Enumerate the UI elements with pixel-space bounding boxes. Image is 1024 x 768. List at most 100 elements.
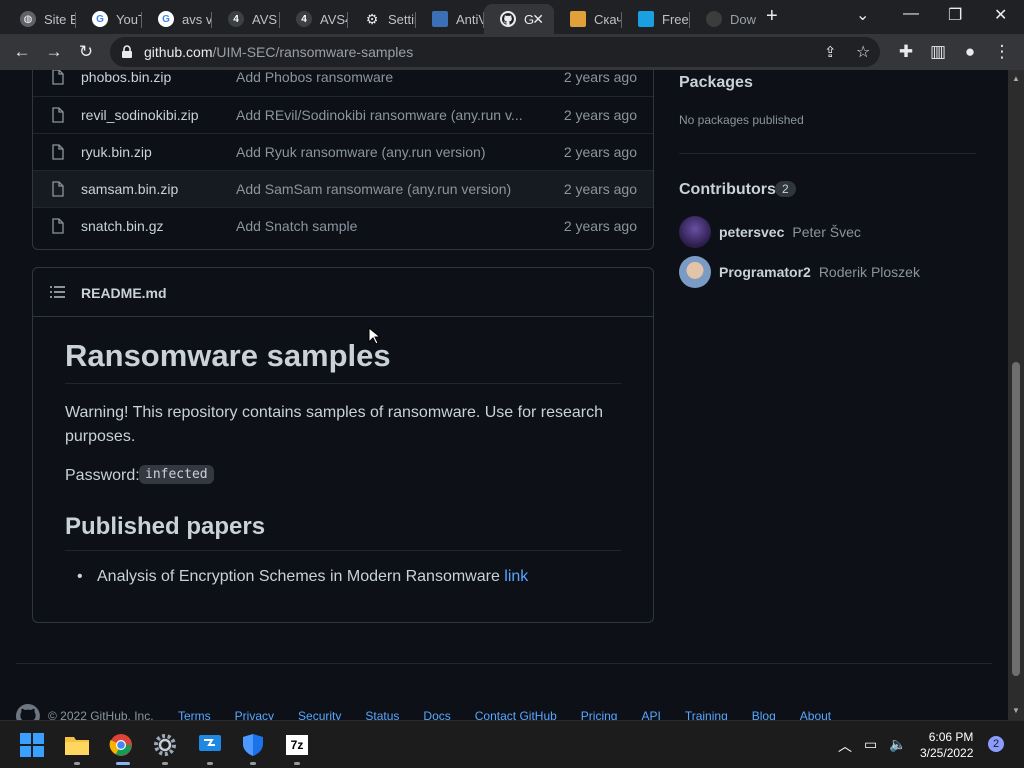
footer-link-privacy[interactable]: Privacy xyxy=(235,709,274,720)
file-name[interactable]: ryuk.bin.zip xyxy=(81,144,152,160)
footer-link-blog[interactable]: Blog xyxy=(752,709,776,720)
more-menu-icon[interactable]: ⋮ xyxy=(992,42,1012,62)
password-label: Password: xyxy=(65,467,140,484)
tab-avs[interactable]: 4 AVS \ xyxy=(212,4,280,34)
tab-title: Free xyxy=(662,11,689,27)
tab-github[interactable]: G ✕ xyxy=(484,4,554,34)
tab-youtube[interactable]: G YouTu xyxy=(76,4,142,34)
github-logo-icon[interactable] xyxy=(16,704,40,720)
file-name[interactable]: snatch.bin.gz xyxy=(81,218,164,234)
tab-search-chevron-icon[interactable]: ⌄ xyxy=(856,5,869,25)
network-icon[interactable]: ▭ xyxy=(864,736,877,753)
tab-avs4[interactable]: 4 AVS4 xyxy=(280,4,348,34)
footer: © 2022 GitHub, Inc. Terms Privacy Securi… xyxy=(16,704,996,720)
readme-filename[interactable]: README.md xyxy=(81,285,167,301)
commit-age: 2 years ago xyxy=(563,181,637,197)
commit-message[interactable]: Add Ryuk ransomware (any.run version) xyxy=(236,144,526,160)
file-row[interactable]: ryuk.bin.zip Add Ryuk ransomware (any.ru… xyxy=(33,133,653,170)
start-icon[interactable] xyxy=(18,731,46,759)
commit-message[interactable]: Add Snatch sample xyxy=(236,218,526,234)
tab-settings[interactable]: ⚙ Settin xyxy=(348,4,416,34)
scroll-down-icon[interactable]: ▼ xyxy=(1012,706,1020,715)
tab-site[interactable]: ◍ Site E xyxy=(4,4,76,34)
tray-chevron-icon[interactable]: ︿ xyxy=(838,736,852,756)
share-icon[interactable]: ⇪ xyxy=(824,43,837,61)
file-row[interactable]: phobos.bin.zip Add Phobos ransomware 2 y… xyxy=(33,70,653,96)
contributor-login[interactable]: petersvec xyxy=(719,224,784,240)
footer-link-terms[interactable]: Terms xyxy=(178,709,211,720)
volume-icon[interactable]: 🔈 xyxy=(889,736,906,753)
close-tab-icon[interactable]: ✕ xyxy=(532,11,544,28)
scrollbar-thumb[interactable] xyxy=(1012,362,1020,676)
clock-time: 6:06 PM xyxy=(928,730,974,744)
reload-icon[interactable]: ↻ xyxy=(76,42,96,62)
forward-icon[interactable]: → xyxy=(44,42,64,62)
dark-shield-icon xyxy=(706,11,722,27)
avatar[interactable] xyxy=(679,256,711,288)
scroll-up-icon[interactable]: ▲ xyxy=(1012,74,1020,83)
extensions-icon[interactable]: ✚ xyxy=(896,42,916,62)
footer-link-training[interactable]: Training xyxy=(685,709,728,720)
commit-message[interactable]: Add SamSam ransomware (any.run version) xyxy=(236,181,526,197)
footer-link-docs[interactable]: Docs xyxy=(423,709,450,720)
commit-message[interactable]: Add REvil/Sodinokibi ransomware (any.run… xyxy=(236,107,526,123)
packages-empty-text: No packages published xyxy=(679,113,804,127)
file-explorer-icon[interactable] xyxy=(63,731,91,759)
footer-link-pricing[interactable]: Pricing xyxy=(581,709,618,720)
file-name[interactable]: revil_sodinokibi.zip xyxy=(81,107,199,123)
restore-icon[interactable]: ❐ xyxy=(948,5,962,25)
clock-date: 3/25/2022 xyxy=(920,746,974,760)
file-icon xyxy=(52,107,64,123)
page-scrollbar[interactable]: ▲ ▼ xyxy=(1008,70,1024,720)
commit-age: 2 years ago xyxy=(563,144,637,160)
tab-antivirus[interactable]: AntiV xyxy=(416,4,484,34)
warning-text: Warning! This repository contains sample… xyxy=(65,404,603,445)
new-tab-icon[interactable]: + xyxy=(766,5,778,28)
contributor-item[interactable]: petersvec Peter Švec xyxy=(679,216,861,248)
running-indicator xyxy=(294,762,300,765)
footer-link-about[interactable]: About xyxy=(800,709,831,720)
footer-link-status[interactable]: Status xyxy=(365,709,399,720)
7zip-icon[interactable]: 7z xyxy=(283,731,311,759)
close-window-icon[interactable]: ✕ xyxy=(994,5,1007,25)
running-indicator xyxy=(74,762,80,765)
file-name[interactable]: phobos.bin.zip xyxy=(81,70,171,85)
notification-badge[interactable]: 2 xyxy=(988,736,1004,752)
footer-link-api[interactable]: API xyxy=(641,709,660,720)
commit-age: 2 years ago xyxy=(563,218,637,234)
tab-free[interactable]: Free xyxy=(622,4,690,34)
file-row[interactable]: snatch.bin.gz Add Snatch sample 2 years … xyxy=(33,207,653,244)
file-row[interactable]: samsam.bin.zip Add SamSam ransomware (an… xyxy=(33,170,653,207)
contributors-title[interactable]: Contributors xyxy=(679,181,776,199)
file-row[interactable]: revil_sodinokibi.zip Add REvil/Sodinokib… xyxy=(33,96,653,133)
settings-icon[interactable] xyxy=(151,731,179,759)
profile-icon[interactable]: ● xyxy=(960,42,980,62)
packages-title[interactable]: Packages xyxy=(679,74,753,92)
address-bar[interactable]: github.com/UIM-SEC/ransomware-samples ⇪ … xyxy=(110,37,880,67)
readme-title: Ransomware samples xyxy=(65,338,391,373)
paper-link[interactable]: link xyxy=(504,568,528,585)
clock[interactable]: 6:06 PM 3/25/2022 xyxy=(920,729,973,761)
remote-desktop-icon[interactable] xyxy=(196,731,224,759)
footer-link-security[interactable]: Security xyxy=(298,709,341,720)
tab-title: Dow xyxy=(730,11,757,27)
tab-download-ru[interactable]: Скач xyxy=(554,4,622,34)
back-icon[interactable]: ← xyxy=(12,42,32,62)
commit-message[interactable]: Add Phobos ransomware xyxy=(236,70,526,85)
contributor-login[interactable]: Programator2 xyxy=(719,264,811,280)
bookmark-star-icon[interactable]: ☆ xyxy=(856,42,870,62)
tab-title: AVS4 xyxy=(320,11,348,27)
minimize-icon[interactable]: — xyxy=(903,5,919,23)
side-panel-icon[interactable]: ▥ xyxy=(928,42,948,62)
footer-link-contact[interactable]: Contact GitHub xyxy=(475,709,557,720)
tab-title: Settin xyxy=(388,11,416,27)
defender-icon[interactable] xyxy=(239,731,267,759)
list-icon[interactable] xyxy=(50,286,66,298)
tab-avs-search[interactable]: G avs v xyxy=(142,4,212,34)
chrome-icon[interactable] xyxy=(107,731,135,759)
contributor-item[interactable]: Programator2 Roderik Ploszek xyxy=(679,256,920,288)
tab-download[interactable]: Dow xyxy=(690,4,760,34)
divider xyxy=(65,383,621,384)
file-name[interactable]: samsam.bin.zip xyxy=(81,181,178,197)
avatar[interactable] xyxy=(679,216,711,248)
